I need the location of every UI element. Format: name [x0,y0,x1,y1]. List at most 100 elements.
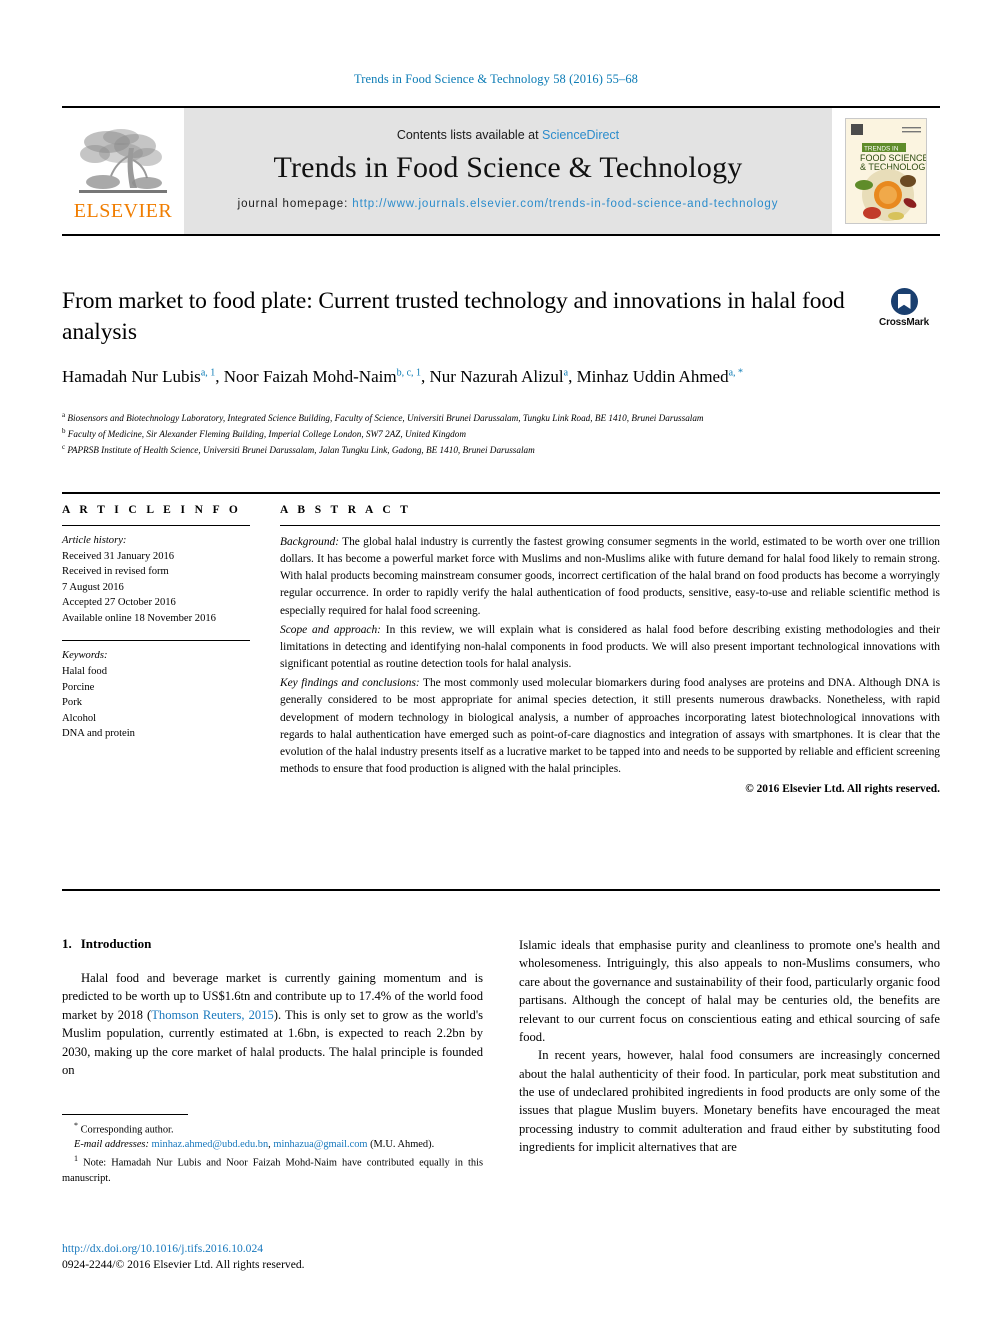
footnote-equal-contribution: 1 Note: Hamadah Nur Lubis and Noor Faiza… [62,1153,483,1186]
affiliation-text: PAPRSB Institute of Health Science, Univ… [67,445,535,456]
divider [62,525,250,526]
footnote-text: Note: Hamadah Nur Lubis and Noor Faizah … [62,1157,483,1184]
body-column-right: Islamic ideals that emphasise purity and… [519,936,940,1157]
abstract-copyright: © 2016 Elsevier Ltd. All rights reserved… [745,783,940,796]
crossmark-label: CrossMark [879,317,929,328]
keywords-block: Keywords: Halal food Porcine Pork Alcoho… [62,640,250,741]
affiliation-mark: a [62,411,66,419]
elsevier-wordmark: ELSEVIER [73,199,173,222]
author-separator: , [215,367,224,387]
journal-masthead: ELSEVIER Contents lists available at Sci… [62,106,940,236]
author-separator: , [421,367,430,387]
section-number: 1. [62,936,72,951]
doi-link[interactable]: http://dx.doi.org/10.1016/j.tifs.2016.10… [62,1242,562,1255]
running-head: Trends in Food Science & Technology 58 (… [353,72,639,86]
contents-prefix: Contents lists available at [396,127,539,142]
author-separator: , [568,367,577,387]
abstract-text: The global halal industry is currently t… [280,536,940,617]
keyword-item: Halal food [62,665,108,677]
footnote-corresponding-author: * Corresponding author. [62,1120,483,1138]
affiliation-text: Biosensors and Biotechnology Laboratory,… [67,413,704,424]
article-info-column: A R T I C L E I N F O Article history: R… [62,504,272,795]
abstract-paragraph: Background: The global halal industry is… [280,534,940,620]
author-affiliation-marks: a, * [728,367,744,379]
elsevier-tree-icon [79,128,167,193]
footnote-text: Corresponding author. [80,1124,174,1136]
article-info-heading: A R T I C L E I N F O [62,504,242,516]
cover-artwork-icon: TRENDS IN FOOD SCIENCE & TECHNOLOGY [846,119,926,223]
footnote-emails: E-mail addresses: minhaz.ahmed@ubd.edu.b… [62,1138,483,1153]
masthead-center: Contents lists available at ScienceDirec… [184,108,832,234]
article-history-label: Article history: [62,535,127,546]
abstract-text: The most commonly used molecular biomark… [280,677,940,776]
author-entry: Minhaz Uddin Ahmeda, * [577,367,744,386]
homepage-label: journal homepage: [237,197,349,210]
section-title: Introduction [80,936,152,951]
affiliation-item: a Biosensors and Biotechnology Laborator… [62,410,940,426]
section-heading-introduction: 1. Introduction [62,936,483,952]
abstract-paragraph: Scope and approach: In this review, we w… [280,622,940,673]
sciencedirect-link[interactable]: ScienceDirect [542,128,619,142]
keyword-item: Pork [62,697,83,709]
abstract-heading: A B S T R A C T [280,504,412,516]
affiliation-item: c PAPRSB Institute of Health Science, Un… [62,442,940,458]
email-attribution: (M.U. Ahmed). [370,1139,435,1151]
author-entry: Nur Nazurah Alizula, [430,367,577,386]
body-paragraph: Halal food and beverage market is curren… [62,969,483,1079]
journal-article-first-page: Trends in Food Science & Technology 58 (… [0,0,992,1323]
footnote-marker: 1 [74,1154,78,1164]
info-abstract-region: A R T I C L E I N F O Article history: R… [62,504,940,795]
abstract-run-in-head: Background: [280,536,340,548]
crossmark-icon [890,288,918,315]
journal-homepage-line: journal homepage: http://www.journals.el… [238,197,779,213]
affiliation-list: a Biosensors and Biotechnology Laborator… [62,410,940,458]
keyword-item: Porcine [62,681,95,693]
body-paragraph: In recent years, however, halal food con… [519,1048,940,1155]
crossmark-badge-group[interactable]: CrossMark [868,288,940,328]
author-entry: Hamadah Nur Lubisa, 1, [62,367,224,386]
article-history: Article history: Received 31 January 201… [62,533,250,626]
history-item: Available online 18 November 2016 [62,612,216,624]
author-affiliation-marks: a, 1 [200,367,216,379]
keyword-item: Alcohol [62,712,97,724]
footnote-block: * Corresponding author. E-mail addresses… [62,1114,483,1187]
title-block: From market to food plate: Current trust… [62,286,874,389]
author-name: Nur Nazurah Alizul [429,367,564,387]
journal-title: Trends in Food Science & Technology [273,150,743,184]
author-name: Hamadah Nur Lubis [62,367,201,387]
abstract-paragraph: Key findings and conclusions: The most c… [280,675,940,778]
author-list: Hamadah Nur Lubisa, 1, Noor Faizah Mohd-… [62,365,874,389]
history-item: Received 31 January 2016 [62,550,175,562]
keywords-label: Keywords: [62,650,108,662]
abstract-run-in-head: Scope and approach: [280,623,381,636]
history-item: 7 August 2016 [62,581,124,593]
author-affiliation-marks: b, c, 1 [396,367,422,379]
divider-above-body [62,889,940,891]
abstract-column: A B S T R A C T Background: The global h… [272,504,940,795]
citation-link[interactable]: Thomson Reuters, 2015 [151,1008,274,1022]
elsevier-logo: ELSEVIER [62,108,184,234]
affiliation-mark: b [62,427,66,436]
history-item: Received in revised form [62,566,169,578]
footer-identifiers: http://dx.doi.org/10.1016/j.tifs.2016.10… [62,1242,562,1271]
contents-list-line: Contents lists available at ScienceDirec… [397,128,619,142]
email-label: E-mail addresses: [74,1139,149,1151]
email-address-primary[interactable]: minhaz.ahmed@ubd.edu.bn [152,1139,269,1150]
homepage-url[interactable]: http://www.journals.elsevier.com/trends-… [352,198,778,210]
keywords: Keywords: Halal food Porcine Pork Alcoho… [62,648,250,741]
email-address-secondary[interactable]: minhazua@gmail.com [273,1139,367,1150]
affiliation-item: b Faculty of Medicine, Sir Alexander Fle… [62,426,940,442]
svg-text:TRENDS IN: TRENDS IN [864,146,899,153]
cover-image: TRENDS IN FOOD SCIENCE & TECHNOLOGY [845,118,927,224]
affiliation-mark: c [62,443,66,452]
footnote-marker: * [74,1121,78,1130]
author-name: Minhaz Uddin Ahmed [576,367,729,387]
affiliation-text: Faculty of Medicine, Sir Alexander Flemi… [67,429,466,440]
journal-cover-thumbnail: TRENDS IN FOOD SCIENCE & TECHNOLOGY [832,108,940,234]
author-entry: Noor Faizah Mohd-Naimb, c, 1, [224,367,430,386]
abstract-run-in-head: Key findings and conclusions: [280,677,420,690]
keyword-item: DNA and protein [62,728,135,740]
footnote-divider [62,1114,188,1115]
page-title: From market to food plate: Current trust… [62,288,845,346]
divider [280,525,940,526]
